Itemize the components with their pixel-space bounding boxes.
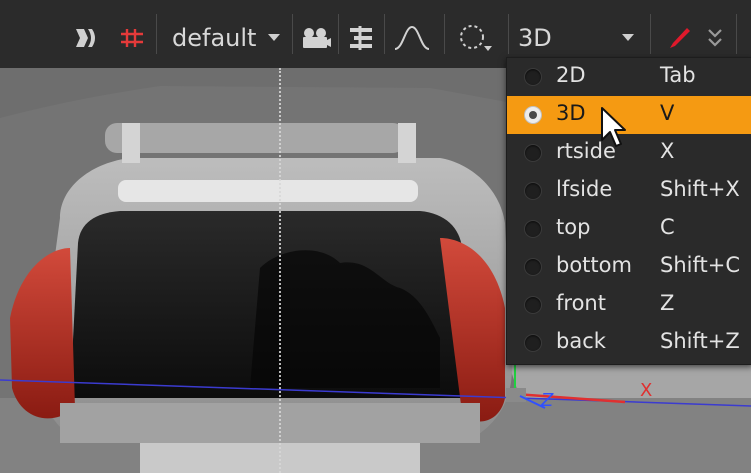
menu-item-rtside[interactable]: rtside X bbox=[507, 134, 751, 172]
curve-icon[interactable] bbox=[392, 22, 432, 54]
radio-icon bbox=[524, 144, 542, 162]
preset-dropdown-value: default bbox=[172, 24, 257, 52]
view-mode-menu: 2D Tab 3D V rtside X lfside Shift+X top … bbox=[506, 57, 751, 365]
paint-brush-icon[interactable] bbox=[666, 22, 694, 54]
preset-dropdown[interactable]: default bbox=[168, 22, 286, 54]
radio-icon bbox=[524, 220, 542, 238]
view-mode-dropdown[interactable]: 3D bbox=[514, 22, 642, 54]
menu-item-back[interactable]: back Shift+Z bbox=[507, 324, 751, 362]
grid-icon[interactable] bbox=[118, 22, 146, 54]
align-icon[interactable] bbox=[346, 22, 376, 54]
chevron-down-icon bbox=[622, 34, 634, 41]
menu-item-2d[interactable]: 2D Tab bbox=[507, 58, 751, 96]
z-axis-label: Z bbox=[541, 390, 554, 411]
stereo-toggle-icon[interactable] bbox=[74, 22, 100, 54]
x-axis-label: X bbox=[640, 380, 653, 401]
view-mode-value: 3D bbox=[518, 24, 552, 52]
toolbar-divider bbox=[156, 14, 157, 54]
toolbar-divider bbox=[338, 14, 339, 54]
radio-selected-icon bbox=[524, 106, 542, 124]
menu-item-3d[interactable]: 3D V bbox=[507, 96, 751, 134]
camera-icon[interactable] bbox=[300, 22, 332, 54]
chevron-down-icon bbox=[268, 34, 280, 41]
toolbar-divider bbox=[444, 14, 445, 54]
toolbar-divider bbox=[736, 14, 737, 54]
nuke-viewer-window: default 3D Z X 2D Tab 3D V rtside X lfsi… bbox=[0, 0, 751, 473]
radio-icon bbox=[524, 68, 542, 86]
selection-icon[interactable] bbox=[456, 22, 496, 54]
more-icon[interactable] bbox=[704, 22, 726, 54]
menu-item-top[interactable]: top C bbox=[507, 210, 751, 248]
menu-item-front[interactable]: front Z bbox=[507, 286, 751, 324]
toolbar-divider bbox=[384, 14, 385, 54]
radio-icon bbox=[524, 296, 542, 314]
toolbar-divider bbox=[292, 14, 293, 54]
menu-item-bottom[interactable]: bottom Shift+C bbox=[507, 248, 751, 286]
radio-icon bbox=[524, 258, 542, 276]
toolbar-divider bbox=[650, 14, 651, 54]
mouse-pointer-icon bbox=[601, 107, 626, 147]
toolbar-divider bbox=[508, 14, 509, 54]
radio-icon bbox=[524, 334, 542, 352]
viewer-guide-line bbox=[279, 68, 281, 473]
radio-icon bbox=[524, 182, 542, 200]
menu-item-lfside[interactable]: lfside Shift+X bbox=[507, 172, 751, 210]
